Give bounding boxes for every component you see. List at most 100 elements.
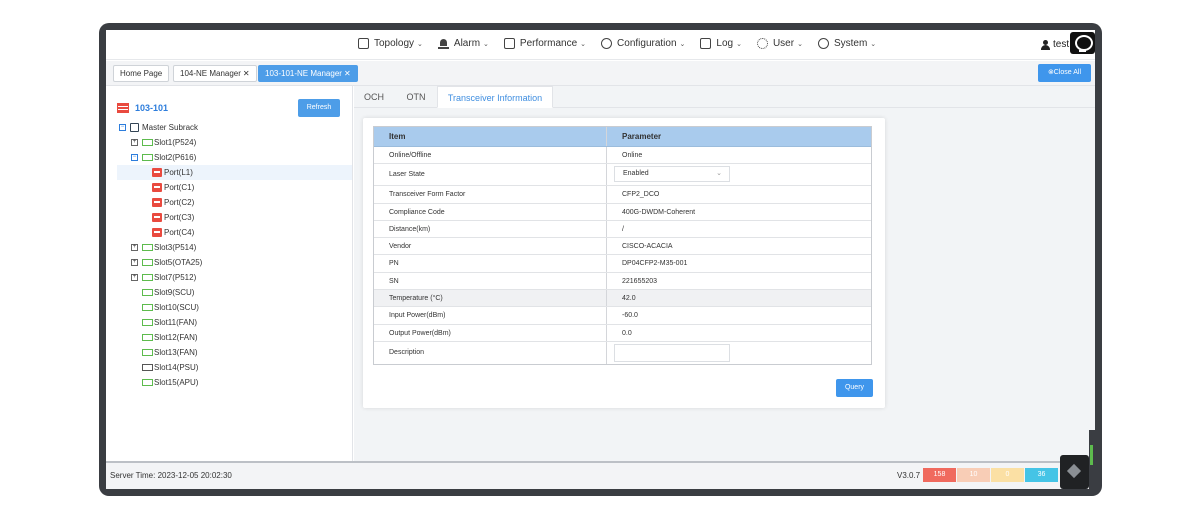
port-icon xyxy=(152,213,162,222)
side-handle[interactable] xyxy=(1089,430,1095,489)
tree-item-slot13[interactable]: Slot13(FAN) xyxy=(142,345,198,360)
close-icon[interactable]: ✕ xyxy=(243,69,250,78)
ne-name: 103-101 xyxy=(135,103,169,113)
tree-item-label: Slot12(FAN) xyxy=(154,333,198,342)
tree-item-slot5[interactable]: + Slot5(OTA25) xyxy=(131,255,202,270)
tree-item-port-c2[interactable]: Port(C2) xyxy=(152,195,194,210)
slot-icon xyxy=(142,364,153,371)
row-value-cell xyxy=(607,342,871,364)
tree-item-label: Slot13(FAN) xyxy=(154,348,198,357)
tree-item-port-l1[interactable]: Port(L1) xyxy=(117,165,352,180)
menu-performance[interactable]: Performance ⌄ xyxy=(503,38,586,49)
close-icon[interactable]: ✕ xyxy=(344,69,351,78)
alarm-counter-minor[interactable]: 0 xyxy=(991,468,1024,482)
tree-item-slot7[interactable]: + Slot7(P512) xyxy=(131,270,196,285)
table-row: SN 221655203 xyxy=(374,272,871,291)
tree-item-slot11[interactable]: Slot11(FAN) xyxy=(142,315,197,330)
tab-103-101-ne-manager[interactable]: 103-101-NE Manager ✕ xyxy=(258,65,358,82)
menu-configuration-label: Configuration xyxy=(617,38,677,49)
port-icon xyxy=(152,198,162,207)
tree-item-label: Slot5(OTA25) xyxy=(154,258,203,267)
row-value: DP04CFP2-M35-001 xyxy=(622,260,688,268)
row-item: Compliance Code xyxy=(374,203,607,220)
row-item: Online/Offline xyxy=(374,147,607,164)
menu-user[interactable]: User ⌄ xyxy=(756,38,803,49)
tree-item-port-c1[interactable]: Port(C1) xyxy=(152,180,194,195)
query-button[interactable]: Query xyxy=(836,379,873,397)
row-value: 0.0 xyxy=(622,329,632,337)
device-tree-panel: 103-101 Refresh − Master Subrack + Slot1… xyxy=(106,86,353,461)
alarm-counter-critical[interactable]: 158 xyxy=(923,468,956,482)
tree-item-slot12[interactable]: Slot12(FAN) xyxy=(142,330,198,345)
menu-alarm-label: Alarm xyxy=(453,38,481,49)
tree-item-port-c3[interactable]: Port(C3) xyxy=(152,210,194,225)
tab-och[interactable]: OCH xyxy=(354,86,394,108)
menu-performance-label: Performance xyxy=(519,38,578,49)
laser-state-select[interactable]: Enabled ⌄ xyxy=(614,166,730,183)
collapse-icon[interactable]: − xyxy=(131,154,138,161)
row-item: Description xyxy=(374,341,607,364)
tree-item-port-c4[interactable]: Port(C4) xyxy=(152,225,194,240)
tab-transceiver-information[interactable]: Transceiver Information xyxy=(437,86,553,108)
tree-item-label: Slot15(APU) xyxy=(154,378,199,387)
tree-item-slot15[interactable]: Slot15(APU) xyxy=(142,375,198,390)
tab-104-ne-manager[interactable]: 104-NE Manager ✕ xyxy=(173,65,257,82)
tree-item-slot1[interactable]: + Slot1(P524) xyxy=(131,135,196,150)
tree-item-label: Slot14(PSU) xyxy=(154,363,199,372)
log-icon xyxy=(700,38,712,49)
tab-label: Home Page xyxy=(120,69,163,78)
table-row: Description xyxy=(374,341,871,364)
tab-otn[interactable]: OTN xyxy=(396,86,436,108)
tree-item-slot9[interactable]: Slot9(SCU) xyxy=(142,285,194,300)
monitor-icon[interactable] xyxy=(1070,32,1095,54)
chevron-down-icon: ⌄ xyxy=(483,40,489,48)
table-row: PN DP04CFP2-M35-001 xyxy=(374,255,871,273)
row-item: Input Power(dBm) xyxy=(374,307,607,324)
menu-topology[interactable]: Topology ⌄ xyxy=(358,38,423,49)
slot-icon xyxy=(142,379,153,386)
port-icon xyxy=(152,228,162,237)
table-row: Laser State Enabled ⌄ xyxy=(374,164,871,187)
app-logo-icon[interactable] xyxy=(1060,455,1089,489)
collapse-icon[interactable]: − xyxy=(119,124,126,131)
menu-alarm[interactable]: Alarm ⌄ xyxy=(437,38,489,49)
menu-system-label: System xyxy=(833,38,868,49)
menu-system[interactable]: System ⌄ xyxy=(817,38,876,49)
description-input[interactable] xyxy=(614,343,730,362)
expand-icon[interactable]: + xyxy=(131,259,138,266)
tree-item-slot14[interactable]: Slot14(PSU) xyxy=(142,360,198,375)
row-item: Vendor xyxy=(374,238,607,255)
slot-icon xyxy=(142,304,153,311)
main-menu: Topology ⌄ Alarm ⌄ Performance ⌄ Configu… xyxy=(358,38,891,49)
alarm-counter-major[interactable]: 10 xyxy=(957,468,990,482)
refresh-button[interactable]: Refresh xyxy=(298,99,340,117)
table-row: Vendor CISCO-ACACIA xyxy=(374,238,871,256)
expand-icon[interactable]: + xyxy=(131,139,138,146)
row-item: Temperature (°C) xyxy=(374,290,607,307)
user-account[interactable]: test xyxy=(1041,39,1069,50)
table-row: Input Power(dBm) -60.0 xyxy=(374,307,871,325)
alarm-bell-icon xyxy=(437,38,449,49)
expand-icon[interactable]: + xyxy=(131,244,138,251)
expand-icon[interactable]: + xyxy=(131,274,138,281)
performance-icon xyxy=(503,38,515,49)
table-row: Distance(km) / xyxy=(374,220,871,239)
chevron-down-icon: ⌄ xyxy=(417,40,423,48)
tree-item-master-subrack[interactable]: − Master Subrack xyxy=(119,120,198,135)
menu-log[interactable]: Log ⌄ xyxy=(700,38,742,49)
tab-home-page[interactable]: Home Page xyxy=(113,65,170,82)
close-all-button[interactable]: ⊗Close All xyxy=(1038,64,1091,82)
chevron-down-icon: ⌄ xyxy=(679,40,686,48)
table-row: Temperature (°C) 42.0 xyxy=(374,290,871,308)
tree-item-slot3[interactable]: + Slot3(P514) xyxy=(131,240,196,255)
tab-label: 103-101-NE Manager xyxy=(265,69,342,78)
tree-item-slot2[interactable]: − Slot2(P616) xyxy=(131,150,196,165)
tree-item-label: Slot3(P514) xyxy=(154,243,197,252)
ne-title[interactable]: 103-101 xyxy=(117,103,168,113)
laser-state-value: Enabled xyxy=(623,170,649,178)
tree-item-label: Port(C2) xyxy=(164,198,195,207)
menu-configuration[interactable]: Configuration ⌄ xyxy=(601,38,685,49)
tree-item-slot10[interactable]: Slot10(SCU) xyxy=(142,300,199,315)
row-value: CISCO-ACACIA xyxy=(622,243,673,251)
alarm-counter-warning[interactable]: 36 xyxy=(1025,468,1058,482)
